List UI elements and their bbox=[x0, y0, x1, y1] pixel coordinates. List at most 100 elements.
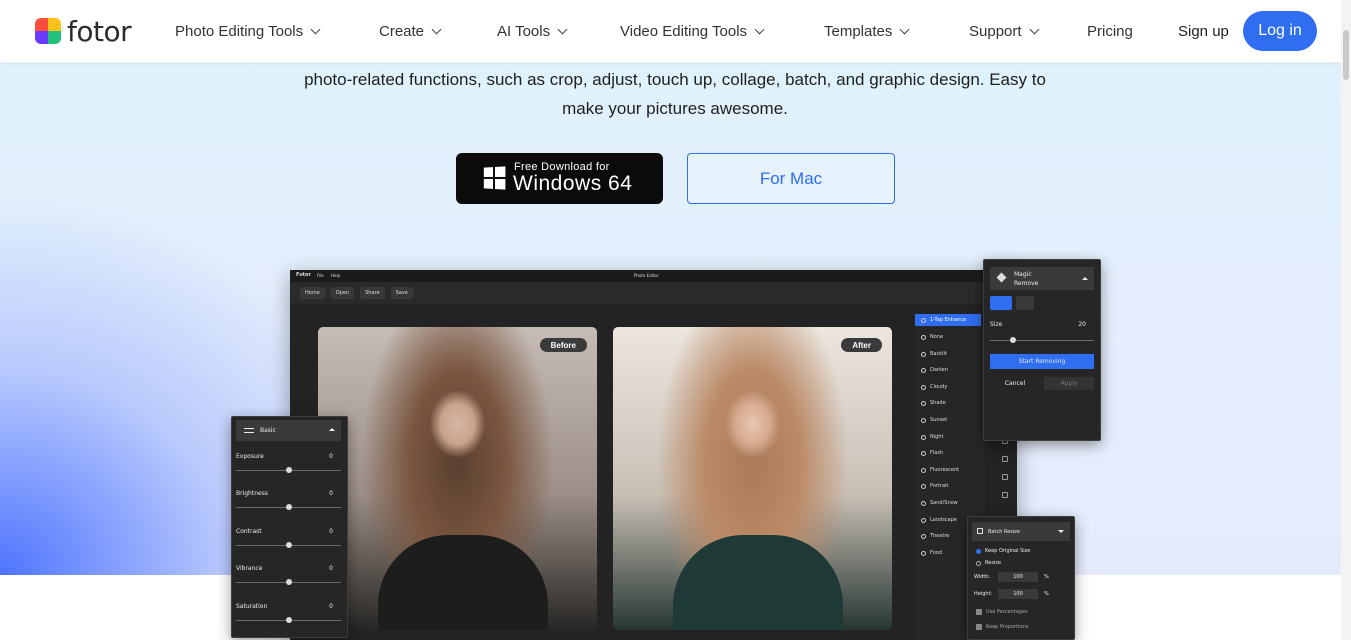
preset-icon bbox=[921, 467, 926, 473]
preset-item: Night bbox=[915, 431, 981, 443]
preset-icon bbox=[921, 400, 926, 406]
preset-item: Fluorescent bbox=[915, 464, 981, 476]
checkbox-label: Keep Proportions bbox=[986, 624, 1029, 630]
exposure-slider: Exposure 0 bbox=[236, 453, 341, 487]
chevron-down-icon bbox=[310, 24, 321, 35]
preset-label: Flash bbox=[930, 450, 944, 456]
size-slider-track bbox=[990, 340, 1094, 341]
sign-up-link[interactable]: Sign up bbox=[1178, 0, 1229, 63]
editor-open-button: Open bbox=[330, 287, 355, 299]
nav-ai-tools[interactable]: AI Tools bbox=[497, 0, 568, 63]
editor-menu-file: File bbox=[317, 273, 324, 278]
eraser-tool-icon bbox=[1016, 296, 1034, 310]
photo-subject-jacket bbox=[378, 535, 548, 630]
chevron-down-icon bbox=[754, 24, 765, 35]
preset-label: None bbox=[930, 334, 944, 340]
preset-label: Darken bbox=[930, 367, 948, 373]
preset-icon bbox=[921, 351, 926, 357]
nav-video-editing-tools[interactable]: Video Editing Tools bbox=[620, 0, 765, 63]
keep-original-size-option: Keep Original Size bbox=[976, 548, 1030, 554]
preset-item: 1-Tap Enhance bbox=[915, 314, 981, 326]
slider-label: Saturation bbox=[236, 603, 268, 610]
nav-pricing[interactable]: Pricing bbox=[1087, 0, 1133, 63]
scrollbar-thumb[interactable] bbox=[1343, 30, 1349, 80]
checkbox-label: Use Percentages bbox=[986, 609, 1028, 615]
option-label: Keep Original Size bbox=[985, 548, 1031, 554]
height-unit: % bbox=[1044, 591, 1049, 597]
magic-panel-header: Magic Remove bbox=[990, 267, 1094, 290]
preset-icon bbox=[921, 550, 926, 556]
preset-item: Shade bbox=[915, 397, 981, 409]
fotor-logo-icon bbox=[35, 18, 61, 44]
chevron-down-icon bbox=[431, 24, 442, 35]
batch-panel-header: Batch Resize bbox=[972, 522, 1070, 541]
nav-label: Create bbox=[379, 23, 425, 40]
after-photo: After bbox=[613, 327, 892, 630]
preset-label: Fluorescent bbox=[930, 467, 960, 473]
log-in-button[interactable]: Log in bbox=[1243, 11, 1317, 51]
preset-label: Sunset bbox=[930, 417, 948, 423]
cancel-button: Cancel bbox=[1004, 380, 1026, 387]
slider-knob bbox=[286, 542, 292, 548]
size-value: 20 bbox=[1078, 321, 1086, 328]
basic-adjust-panel: Basic Exposure 0 Brightness 0 Contrast 0… bbox=[231, 416, 348, 638]
fotor-logo[interactable]: fotor bbox=[35, 15, 132, 48]
nav-templates[interactable]: Templates bbox=[824, 0, 910, 63]
preset-item: Sand/Snow bbox=[915, 497, 981, 509]
vibrance-slider: Vibrance 0 bbox=[236, 565, 341, 599]
nav-support[interactable]: Support bbox=[969, 0, 1039, 63]
use-percentages-checkbox: Use Percentages bbox=[976, 609, 1028, 615]
magic-remove-panel: Magic Remove Size 20 Start Removing Canc… bbox=[983, 259, 1101, 441]
photo-subject-jacket bbox=[673, 535, 843, 630]
caret-up-icon bbox=[329, 428, 335, 431]
checkbox-icon bbox=[976, 624, 982, 630]
sliders-icon bbox=[244, 428, 254, 433]
preset-item: Portrait bbox=[915, 480, 981, 492]
preset-label: Sand/Snow bbox=[930, 500, 958, 506]
preset-item: None bbox=[915, 331, 981, 343]
before-badge: Before bbox=[539, 338, 587, 352]
preset-label: Food bbox=[930, 550, 942, 556]
width-unit: % bbox=[1044, 574, 1049, 580]
page-scrollbar[interactable] bbox=[1341, 0, 1351, 640]
slider-knob bbox=[286, 579, 292, 585]
preset-label: Portrait bbox=[930, 483, 949, 489]
nav-photo-editing-tools[interactable]: Photo Editing Tools bbox=[175, 0, 321, 63]
batch-panel-title: Batch Resize bbox=[988, 528, 1020, 535]
radio-icon bbox=[976, 560, 981, 566]
after-badge: After bbox=[841, 338, 882, 352]
brightness-slider: Brightness 0 bbox=[236, 490, 341, 524]
editor-toolbar: Home Open Share Save bbox=[290, 282, 1017, 304]
preset-icon bbox=[921, 434, 926, 440]
editor-app-name: Fotor bbox=[296, 272, 311, 278]
editor-titlebar: Fotor File Help Photo Editor bbox=[290, 270, 1017, 282]
editor-window-title: Photo Editor bbox=[634, 273, 659, 278]
brush-tool-icon bbox=[990, 296, 1012, 310]
tool-icon bbox=[1002, 456, 1008, 462]
basic-panel-title: Basic bbox=[260, 427, 276, 434]
preset-icon bbox=[921, 384, 926, 390]
editor-home-button: Home bbox=[300, 287, 325, 299]
download-mac-button[interactable]: For Mac bbox=[687, 153, 895, 204]
windows-icon bbox=[483, 166, 506, 190]
preset-label: Night bbox=[930, 434, 944, 440]
slider-knob bbox=[286, 467, 292, 473]
nav-create[interactable]: Create bbox=[379, 0, 442, 63]
preset-item: Flash bbox=[915, 447, 981, 459]
start-removing-button: Start Removing bbox=[990, 354, 1094, 369]
eraser-icon bbox=[996, 272, 1007, 283]
preset-label: Cloudy bbox=[930, 384, 948, 390]
preset-label: Landscape bbox=[930, 517, 957, 523]
slider-value: 0 bbox=[329, 490, 333, 497]
hero-description-line-2: make your pictures awesome. bbox=[562, 99, 788, 118]
checkbox-icon bbox=[976, 609, 982, 615]
editor-menu-help: Help bbox=[331, 273, 341, 278]
top-navbar: fotor Photo Editing Tools Create AI Tool… bbox=[0, 0, 1351, 63]
slider-label: Vibrance bbox=[236, 565, 263, 572]
width-field: 100 bbox=[998, 572, 1038, 582]
nav-label: Pricing bbox=[1087, 23, 1133, 40]
preset-label: Shade bbox=[930, 400, 946, 406]
download-windows-button[interactable]: Free Download for Windows 64 bbox=[456, 153, 663, 204]
hero-description-line-1: photo-related functions, such as crop, a… bbox=[304, 70, 1046, 89]
preset-label: 1-Tap Enhance bbox=[930, 317, 967, 323]
